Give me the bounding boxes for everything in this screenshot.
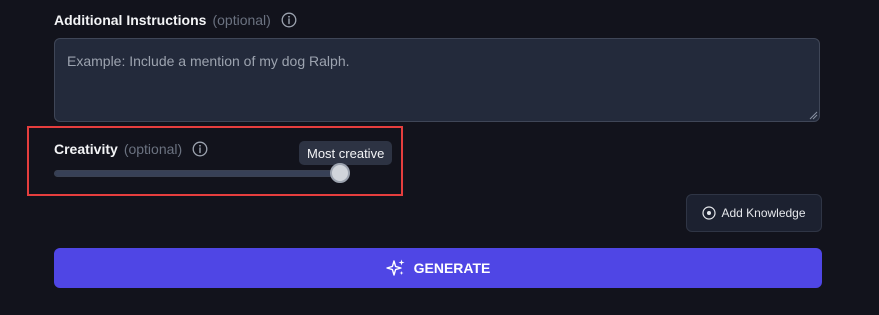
creativity-label: Creativity	[54, 141, 118, 157]
instructions-label-row: Additional Instructions (optional)	[54, 12, 297, 28]
creativity-slider-fill	[55, 171, 349, 176]
page: Additional Instructions (optional) Creat…	[0, 0, 879, 315]
plus-circle-icon	[702, 206, 717, 220]
slider-tooltip: Most creative	[299, 141, 393, 165]
instructions-textarea[interactable]	[54, 38, 820, 122]
sparkles-icon	[385, 258, 406, 278]
instructions-optional-tag: (optional)	[212, 12, 271, 28]
info-icon[interactable]	[192, 141, 208, 157]
generate-label: GENERATE	[413, 260, 491, 276]
add-knowledge-button[interactable]: Add Knowledge	[686, 194, 822, 232]
creativity-label-row: Creativity (optional)	[54, 141, 208, 157]
add-knowledge-label: Add Knowledge	[721, 206, 806, 220]
creativity-slider-thumb[interactable]	[330, 163, 350, 183]
creativity-slider-track[interactable]	[54, 170, 350, 177]
info-icon[interactable]	[281, 12, 297, 28]
generate-button[interactable]: GENERATE	[54, 248, 822, 288]
instructions-label: Additional Instructions	[54, 12, 207, 28]
creativity-optional-tag: (optional)	[123, 141, 183, 157]
resize-grip-icon[interactable]	[808, 110, 818, 120]
